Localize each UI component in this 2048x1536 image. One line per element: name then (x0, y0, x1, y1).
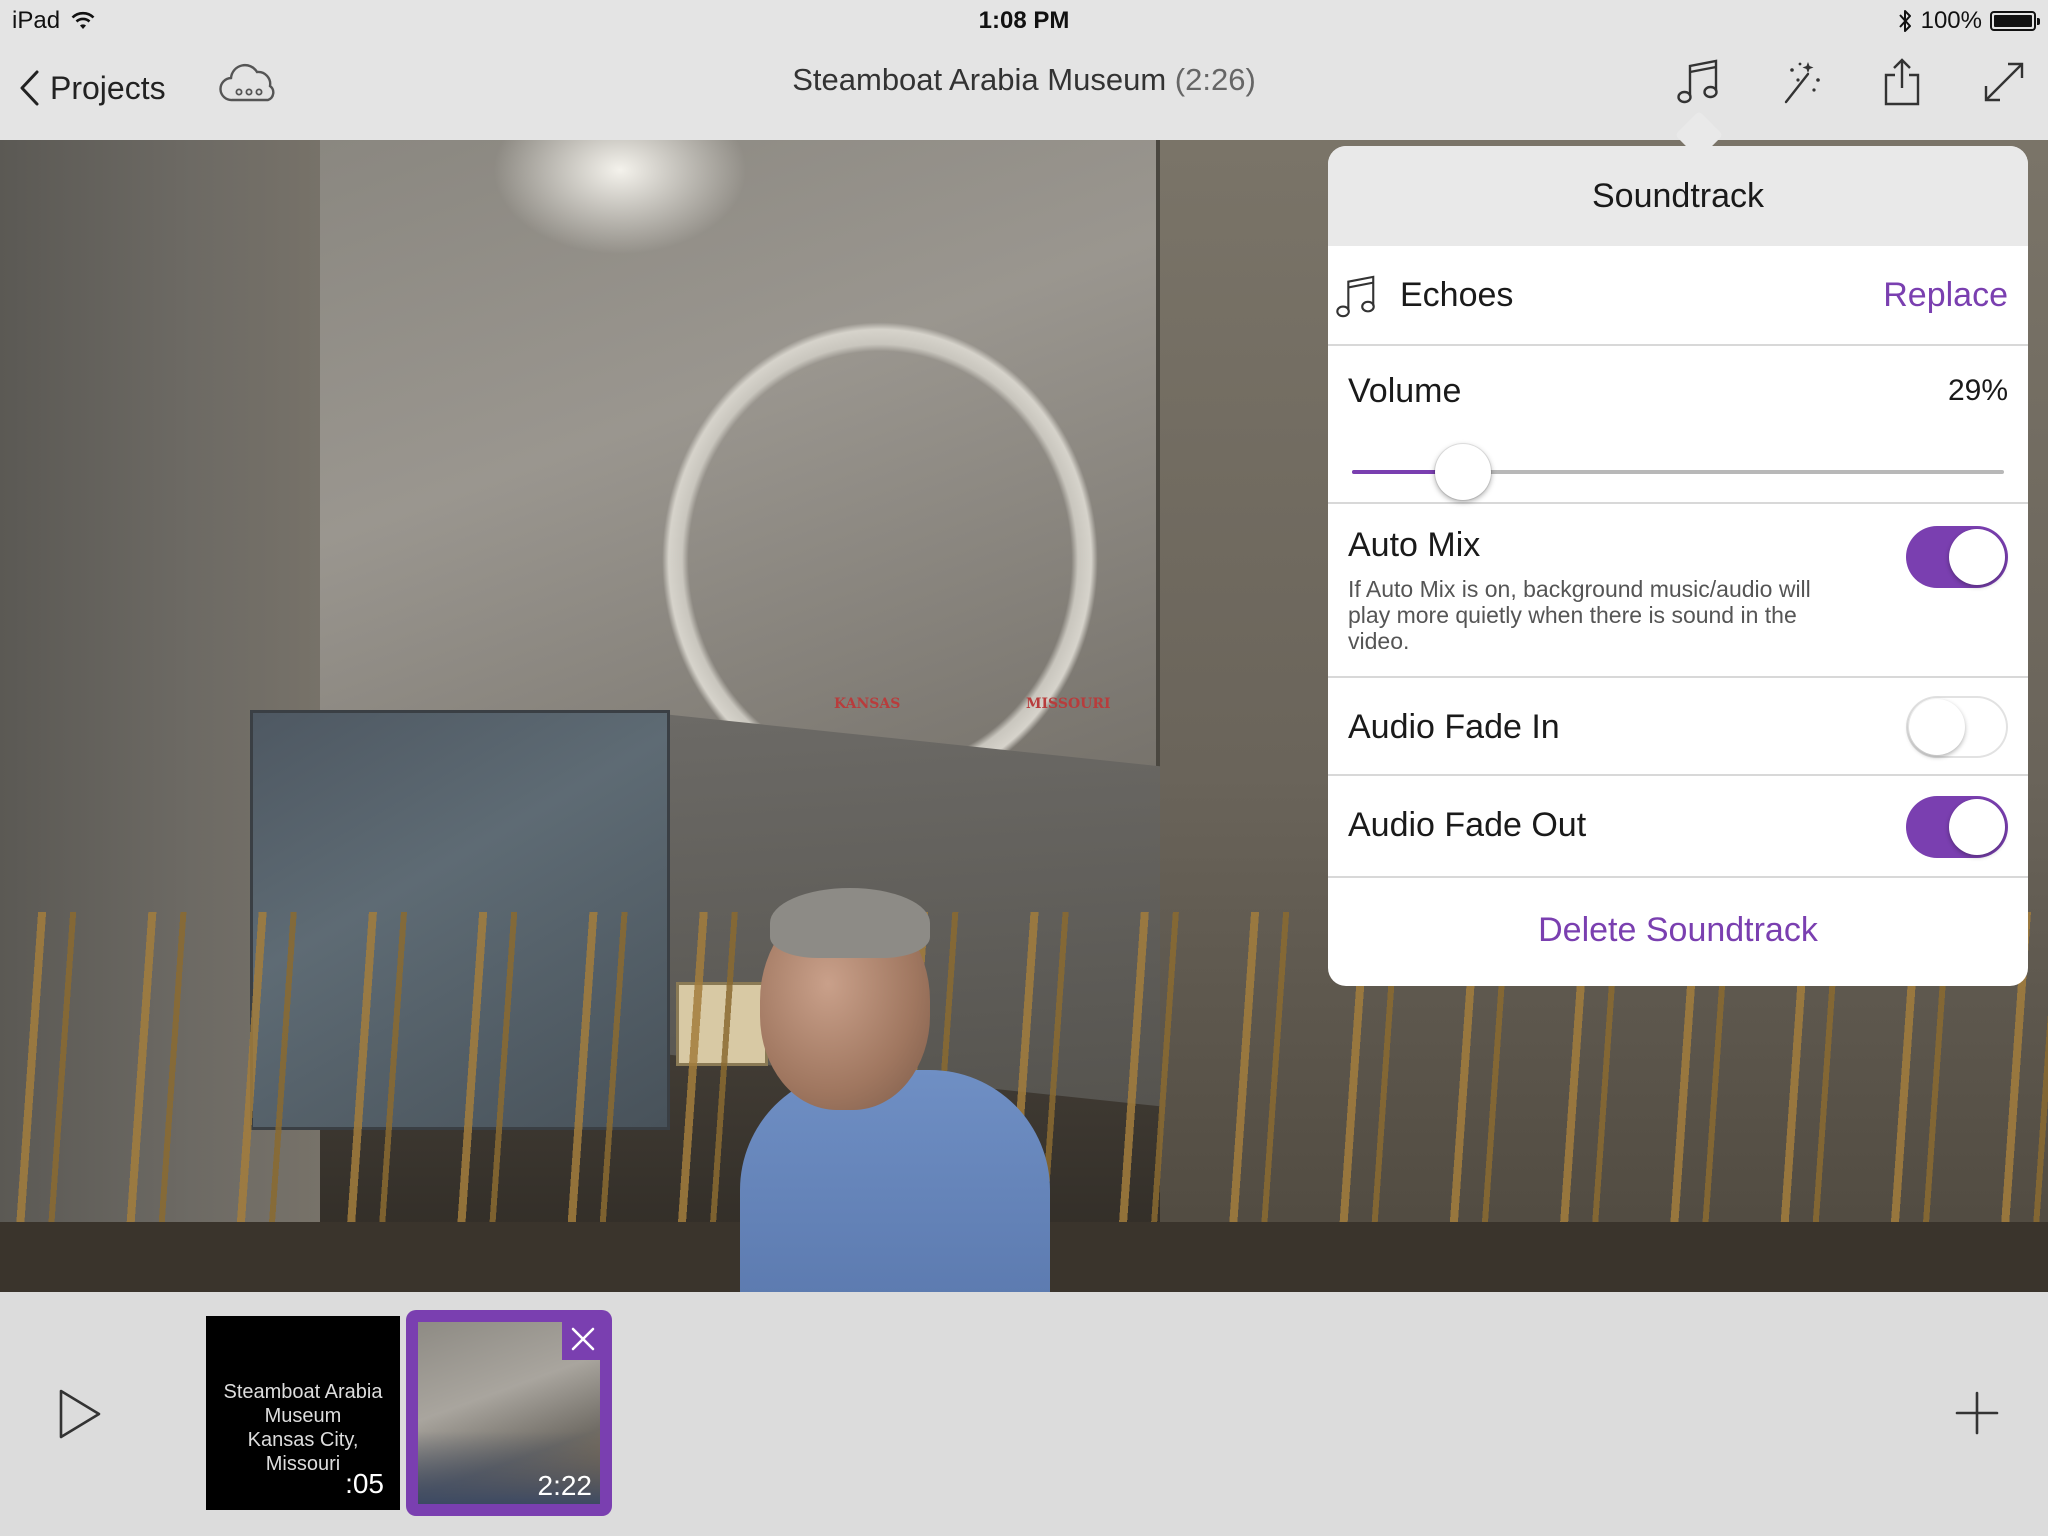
map-label-kansas: KANSAS (834, 696, 901, 712)
battery-fill (1994, 15, 2032, 27)
video-clip-selected[interactable]: 2:22 (406, 1310, 612, 1516)
popover-title: Soundtrack (1328, 146, 2028, 246)
battery-percent: 100% (1920, 7, 1982, 34)
audio-fade-in-row: Audio Fade In (1328, 678, 2028, 776)
track-name: Echoes (1400, 276, 1514, 314)
title-card-clip[interactable]: Steamboat Arabia Museum Kansas City, Mis… (206, 1316, 400, 1510)
close-icon (571, 1327, 595, 1351)
soundtrack-popover: Soundtrack Echoes Replace Volume 29% Aut… (1328, 146, 2028, 986)
nav-bar: Projects Steamboat Arabia Museum (2:26) (0, 40, 2048, 140)
audio-fade-out-row: Audio Fade Out (1328, 776, 2028, 878)
audio-fade-in-toggle[interactable] (1906, 696, 2008, 758)
add-clip-icon[interactable] (1952, 1388, 2002, 1438)
status-time: 1:08 PM (978, 7, 1070, 34)
auto-mix-label: Auto Mix (1348, 526, 1481, 564)
person-hair (770, 888, 930, 958)
delete-soundtrack-row: Delete Soundtrack (1328, 878, 2028, 982)
project-title-text: Steamboat Arabia Museum (792, 62, 1167, 97)
auto-mix-description: If Auto Mix is on, background music/audi… (1348, 576, 1811, 654)
toggle-knob (1949, 529, 2005, 585)
auto-mix-row: Auto Mix If Auto Mix is on, background m… (1328, 504, 2028, 678)
music-note-icon (1336, 275, 1375, 318)
volume-value: 29% (1947, 374, 2008, 407)
share-button[interactable] (1872, 52, 1932, 112)
person-body (740, 1070, 1050, 1292)
play-icon[interactable] (56, 1386, 104, 1442)
magic-wand-icon (1784, 62, 1820, 104)
volume-slider[interactable] (1352, 444, 2004, 500)
project-duration: (2:26) (1174, 62, 1256, 97)
audio-fade-out-toggle[interactable] (1906, 796, 2008, 858)
clip-duration: 2:22 (537, 1470, 593, 1501)
delete-soundtrack-button[interactable]: Delete Soundtrack (1538, 911, 1818, 950)
timeline: Steamboat Arabia Museum Kansas City, Mis… (0, 1292, 2048, 1536)
title-card-text: Steamboat Arabia Museum Kansas City, Mis… (206, 1380, 400, 1476)
volume-row: Volume 29% (1328, 346, 2028, 504)
soundtrack-track-row: Echoes Replace (1328, 246, 2028, 346)
battery-icon (1990, 11, 2040, 31)
audio-fade-in-label: Audio Fade In (1348, 708, 1560, 746)
share-icon (1884, 58, 1920, 106)
replace-button[interactable]: Replace (1883, 276, 2008, 315)
nav-toolbar (1668, 52, 2034, 112)
toggle-knob (1949, 799, 2005, 855)
clip-duration: :05 (345, 1468, 384, 1499)
auto-mix-toggle[interactable] (1906, 526, 2008, 588)
fullscreen-button[interactable] (1974, 52, 2034, 112)
soundtrack-button[interactable] (1668, 52, 1728, 112)
title-card-line: Museum (264, 1405, 342, 1427)
expand-icon (1984, 62, 2024, 102)
volume-label: Volume (1348, 372, 1462, 410)
audio-fade-out-label: Audio Fade Out (1348, 806, 1587, 844)
bluetooth-icon (1898, 10, 1911, 32)
map-label-missouri: MISSOURI (1026, 696, 1111, 712)
status-bar: iPad 1:08 PM 100% (0, 0, 2048, 40)
remove-clip-button[interactable] (562, 1318, 604, 1360)
title-card-line: Steamboat Arabia (223, 1381, 383, 1403)
theme-button[interactable] (1770, 52, 1830, 112)
status-right: 100% (1897, 7, 2040, 35)
music-note-icon (1677, 59, 1718, 104)
volume-slider-thumb[interactable] (1435, 444, 1491, 500)
toggle-knob (1909, 699, 1965, 755)
